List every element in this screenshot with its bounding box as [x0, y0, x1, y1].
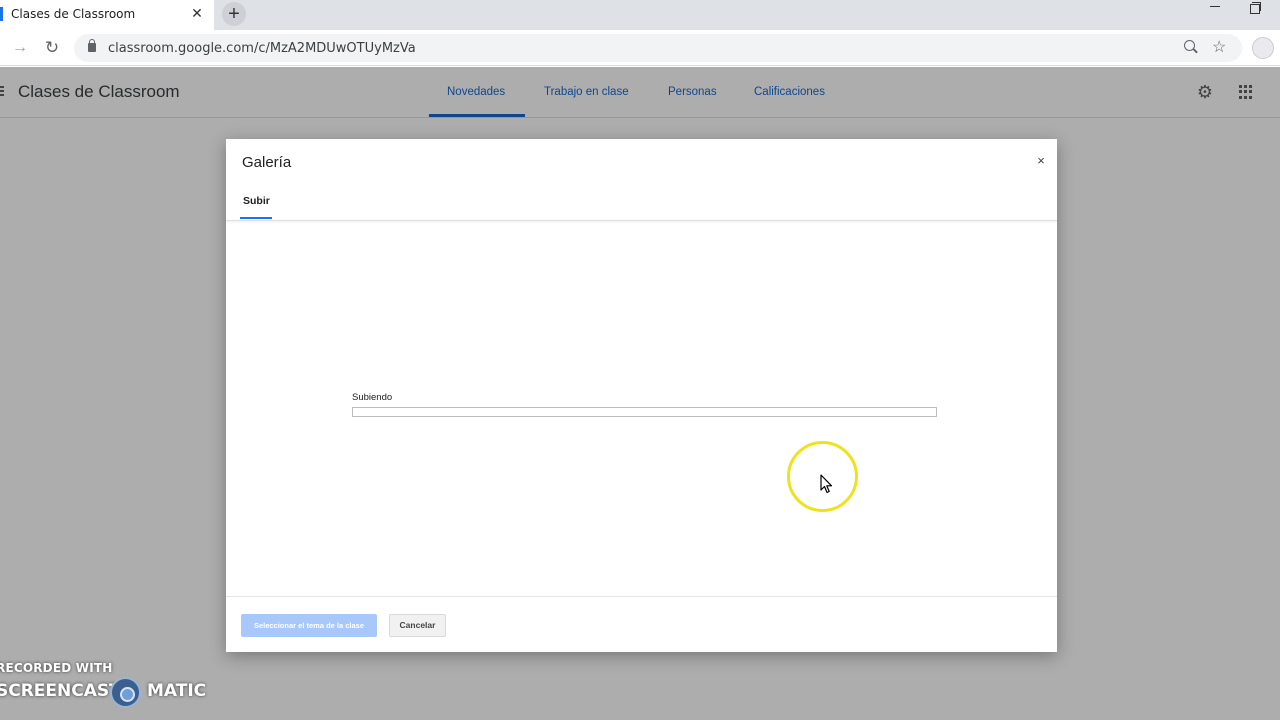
profile-avatar[interactable]: [1252, 37, 1274, 59]
browser-tab-strip: Clases de Classroom ✕ +: [0, 0, 1280, 30]
tab-title: Clases de Classroom: [11, 7, 136, 21]
star-icon[interactable]: ☆: [1212, 37, 1226, 57]
tab-subir[interactable]: Subir: [243, 195, 270, 207]
watermark-matic: MATIC: [147, 681, 207, 701]
tab-favicon: [0, 7, 3, 21]
footer-divider: [226, 596, 1057, 597]
upload-status-label: Subiendo: [352, 392, 393, 403]
minimize-icon[interactable]: [1208, 0, 1222, 12]
dialog-divider: [226, 220, 1057, 221]
browser-tab[interactable]: Clases de Classroom ✕: [0, 0, 214, 30]
restore-icon[interactable]: [1248, 1, 1262, 14]
screencast-logo-icon: [110, 677, 141, 708]
watermark-recorded-with: RECORDED WITH: [0, 661, 113, 675]
select-theme-button[interactable]: Seleccionar el tema de la clase: [241, 614, 377, 637]
reload-icon[interactable]: ↻: [42, 38, 62, 58]
watermark-screencast: SCREENCAST: [0, 681, 121, 701]
forward-arrow-icon[interactable]: →: [10, 38, 30, 58]
browser-toolbar: → ↻ classroom.google.com/c/MzA2MDUwOTUyM…: [0, 30, 1280, 66]
upload-progress-bar: [352, 407, 937, 417]
lock-icon[interactable]: [88, 39, 96, 52]
tab-close-icon[interactable]: ✕: [189, 4, 205, 22]
dialog-title: Galería: [242, 154, 292, 171]
new-tab-button[interactable]: +: [222, 2, 246, 26]
close-icon[interactable]: ×: [1032, 152, 1050, 170]
mouse-cursor-icon: [820, 474, 833, 494]
cancel-button[interactable]: Cancelar: [389, 614, 446, 637]
gallery-dialog: Galería × Subir Subiendo Seleccionar el …: [226, 139, 1057, 652]
zoom-icon[interactable]: [1184, 40, 1198, 54]
dialog-tab-indicator: [240, 217, 272, 219]
address-bar[interactable]: classroom.google.com/c/MzA2MDUwOTUyMzVa …: [74, 34, 1242, 62]
url-text[interactable]: classroom.google.com/c/MzA2MDUwOTUyMzVa: [108, 41, 416, 56]
